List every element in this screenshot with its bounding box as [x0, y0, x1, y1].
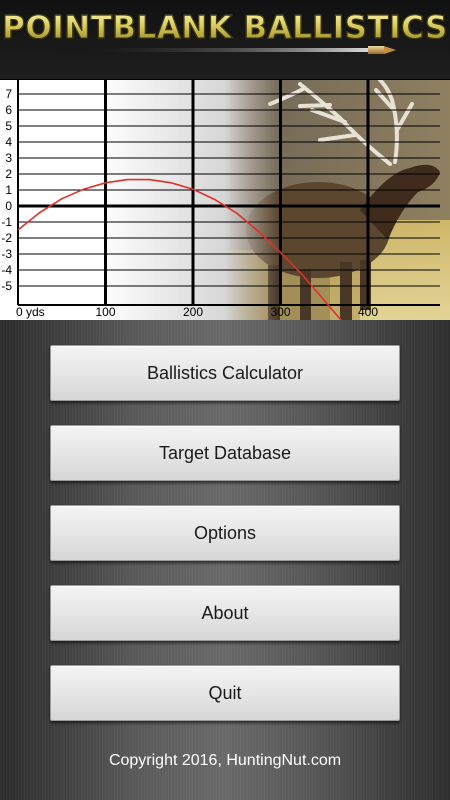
y-tick-label: -4: [1, 263, 12, 277]
y-tick-label: 0: [5, 199, 12, 213]
y-tick-label: 7: [5, 87, 12, 101]
about-button[interactable]: About: [50, 585, 400, 641]
quit-button[interactable]: Quit: [50, 665, 400, 721]
app-header: POINTBLANK BALLISTICS: [0, 0, 450, 80]
trajectory-chart: 7 6 5 4 3 2 1 0 -1 -2 -3 -4 -5 0 yds 100 200 300 400: [0, 80, 450, 320]
y-tick-label: 5: [5, 119, 12, 133]
trajectory-chart-banner: 7 6 5 4 3 2 1 0 -1 -2 -3 -4 -5 0 yds 100 200 300 400: [0, 80, 450, 320]
copyright-text: Copyright 2016, HuntingNut.com: [108, 752, 342, 769]
options-button[interactable]: Options: [50, 505, 400, 561]
x-tick-label: 200: [183, 305, 203, 319]
x-tick-label: 300: [271, 305, 291, 319]
app-title: POINTBLANK BALLISTICS: [0, 10, 450, 47]
y-tick-label: -2: [1, 231, 12, 245]
target-database-button[interactable]: Target Database: [50, 425, 400, 481]
y-tick-label: -5: [1, 279, 12, 293]
x-tick-label: 400: [358, 305, 378, 319]
y-tick-label: 6: [5, 103, 12, 117]
y-tick-label: -1: [1, 215, 12, 229]
main-menu: Ballistics Calculator Target Database Op…: [0, 320, 450, 800]
y-tick-label: 2: [5, 167, 12, 181]
bullet-icon: [50, 46, 396, 54]
x-tick-label: 0 yds: [16, 305, 45, 319]
x-tick-label: 100: [96, 305, 116, 319]
ballistics-calculator-button[interactable]: Ballistics Calculator: [50, 345, 400, 401]
y-tick-label: -3: [1, 247, 12, 261]
y-tick-label: 1: [5, 183, 12, 197]
y-tick-label: 4: [5, 135, 12, 149]
y-tick-label: 3: [5, 151, 12, 165]
